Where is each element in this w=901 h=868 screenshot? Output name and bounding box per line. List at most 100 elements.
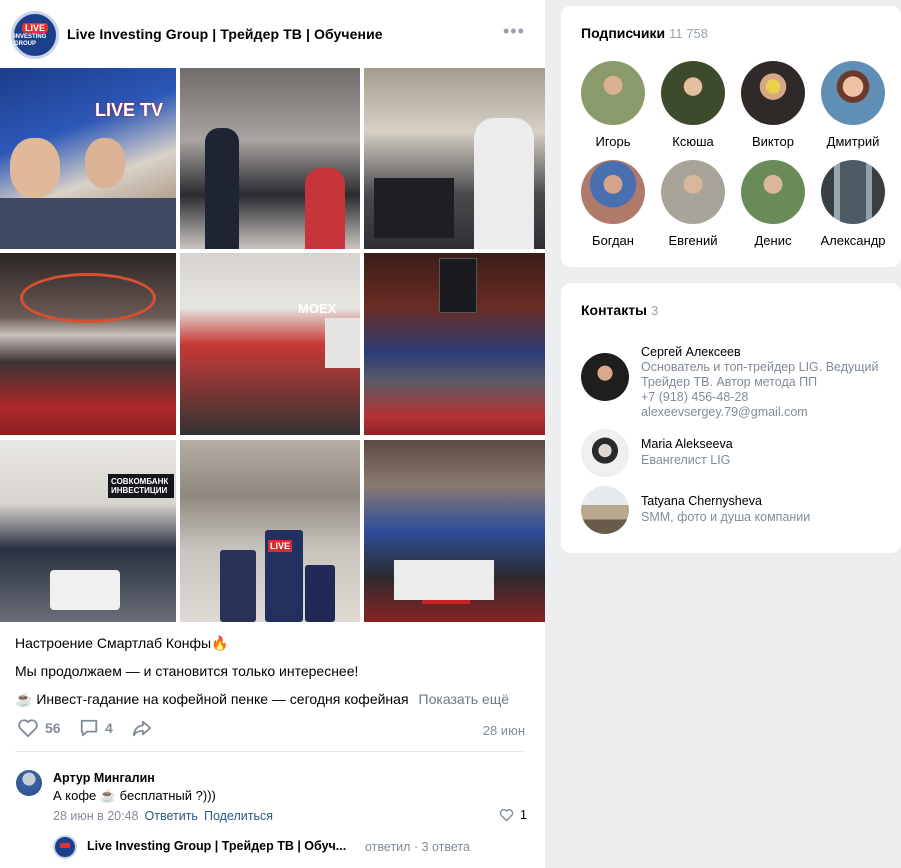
photo-caption: СОВКОМБАНК ИНВЕСТИЦИИ bbox=[108, 474, 174, 498]
photo-cup bbox=[305, 565, 335, 622]
reply-meta: ответил · 3 ответа bbox=[365, 840, 470, 854]
photo-caption: LIVE TV bbox=[95, 100, 164, 120]
comment-date[interactable]: 28 июн в 20:48 bbox=[53, 809, 139, 823]
comment-author-avatar[interactable] bbox=[16, 770, 42, 796]
reply-link[interactable]: Ответить bbox=[145, 809, 198, 823]
share-button[interactable] bbox=[131, 718, 153, 738]
comment-author-name[interactable]: Артур Мингалин bbox=[53, 771, 155, 785]
comment-like-button[interactable]: 1 bbox=[499, 808, 527, 822]
subscriber-avatar bbox=[661, 160, 725, 224]
contact-name: Сергей Алексеев bbox=[641, 345, 741, 359]
photo-screen bbox=[325, 318, 360, 368]
subscriber-item[interactable]: Александр bbox=[813, 160, 893, 248]
post-text-line: ☕ Инвест-гадание на кофейной пенке — сег… bbox=[15, 691, 509, 708]
contact-item[interactable]: Сергей Алексеев Основатель и топ-трейдер… bbox=[581, 345, 891, 425]
text-fade bbox=[408, 693, 419, 708]
post-date[interactable]: 28 июн bbox=[483, 723, 525, 738]
contact-item[interactable]: Tatyana Chernysheva SMM, фото и душа ком… bbox=[581, 486, 891, 534]
reply-thread[interactable]: Live Investing Group | Трейдер ТВ | Обуч… bbox=[53, 835, 533, 859]
subscriber-item[interactable]: Богдан bbox=[573, 160, 653, 248]
comment-text: А кофе ☕ бесплатный ?))) bbox=[53, 788, 216, 803]
post-text-line: Настроение Смартлаб Конфы🔥 bbox=[15, 635, 229, 652]
photo-booth-crowd[interactable] bbox=[180, 68, 360, 249]
subscriber-item[interactable]: Дмитрий bbox=[813, 61, 893, 149]
photo-selfie-live-tv[interactable]: LIVE TV bbox=[0, 68, 176, 249]
comment-meta: 28 июн в 20:48 Ответить Поделиться bbox=[53, 809, 273, 823]
like-button[interactable]: 56 bbox=[17, 718, 61, 738]
photo-screen bbox=[439, 258, 477, 313]
reply-author-name[interactable]: Live Investing Group | Трейдер ТВ | Обуч… bbox=[87, 839, 346, 853]
replies-count-link[interactable]: · 3 ответа bbox=[414, 840, 470, 854]
more-options-icon[interactable]: ••• bbox=[503, 22, 524, 41]
contact-item[interactable]: Maria Alekseeva Евангелист LIG bbox=[581, 429, 891, 477]
photo-coffee-barista[interactable] bbox=[364, 68, 545, 249]
photo-entrance-red-carpet[interactable] bbox=[0, 253, 176, 435]
group-avatar[interactable]: LIVE INVESTING GROUP bbox=[11, 11, 59, 59]
subscriber-item[interactable]: Ксюша bbox=[653, 61, 733, 149]
photo-sovcombank-stand[interactable]: СОВКОМБАНК ИНВЕСТИЦИИ bbox=[0, 440, 176, 622]
photo-moex-stand[interactable]: MOEX bbox=[180, 253, 360, 435]
post-text-content: Настроение Смартлаб Конфы bbox=[15, 635, 212, 651]
contact-name: Maria Alekseeva bbox=[641, 437, 733, 451]
subscriber-name: Дмитрий bbox=[826, 134, 880, 149]
subscriber-avatar bbox=[741, 160, 805, 224]
subscriber-item[interactable]: Денис bbox=[733, 160, 813, 248]
subscriber-name: Ксюша bbox=[672, 134, 714, 149]
subscriber-avatar bbox=[661, 61, 725, 125]
share-link[interactable]: Поделиться bbox=[204, 809, 273, 823]
subscriber-avatar bbox=[741, 61, 805, 125]
contact-avatar bbox=[581, 429, 629, 477]
photo-coffee-machine bbox=[374, 178, 454, 238]
post-actions: 56 4 28 июн bbox=[0, 712, 545, 746]
photo-person bbox=[10, 138, 60, 198]
subscriber-item[interactable]: Виктор bbox=[733, 61, 813, 149]
contact-phone: +7 (918) 456-48-28 bbox=[641, 390, 749, 404]
subscriber-name: Виктор bbox=[751, 134, 795, 149]
photo-exhibition-hall[interactable] bbox=[364, 253, 545, 435]
subscriber-name: Денис bbox=[754, 233, 792, 248]
photo-person bbox=[305, 168, 345, 249]
contact-email: alexeevsergey.79@gmail.com bbox=[641, 405, 808, 419]
subscribers-title-text: Подписчики bbox=[581, 25, 666, 41]
share-icon bbox=[132, 720, 152, 737]
group-name-link[interactable]: Live Investing Group | Трейдер ТВ | Обуч… bbox=[67, 26, 383, 42]
photo-person bbox=[85, 138, 125, 188]
subscriber-item[interactable]: Евгений bbox=[653, 160, 733, 248]
comment-icon bbox=[80, 719, 98, 737]
subscribers-title[interactable]: Подписчики 11 758 bbox=[581, 25, 708, 41]
subscriber-avatar bbox=[821, 160, 885, 224]
photo-coffee-cups[interactable]: LIVE bbox=[180, 440, 360, 622]
subscriber-name: Евгений bbox=[668, 233, 718, 248]
photo-table bbox=[50, 570, 120, 610]
contact-description: SMM, фото и душа компании bbox=[641, 510, 811, 524]
reply-author-avatar[interactable] bbox=[53, 835, 77, 859]
contact-description: Основатель и топ-трейдер LIG. Ведущий Тр… bbox=[641, 360, 879, 389]
subscriber-avatar bbox=[581, 61, 645, 125]
subscriber-name: Богдан bbox=[592, 233, 634, 248]
fire-emoji: 🔥 bbox=[211, 635, 229, 651]
comment-item: Артур Мингалин А кофе ☕ бесплатный ?))) … bbox=[0, 760, 545, 868]
photo-counter bbox=[394, 560, 494, 600]
subscribers-card: Подписчики 11 758 Игорь Ксюша Виктор Дмит… bbox=[561, 6, 901, 267]
photo-live-tv-booth[interactable]: LIVE TV bbox=[364, 440, 545, 622]
show-more-link[interactable]: Показать ещё bbox=[419, 691, 510, 707]
subscriber-item[interactable]: Игорь bbox=[573, 61, 653, 149]
contact-name: Tatyana Chernysheva bbox=[641, 494, 762, 508]
photo-person bbox=[0, 198, 176, 249]
contacts-title-text: Контакты bbox=[581, 302, 648, 318]
avatar-logo-text: LIVE bbox=[21, 22, 48, 33]
photo-person bbox=[205, 128, 239, 249]
contact-description: Евангелист LIG bbox=[641, 453, 731, 467]
avatar-logo-subtext: INVESTING GROUP bbox=[14, 33, 47, 47]
like-count: 56 bbox=[45, 720, 61, 736]
contacts-card: Контакты 3 Сергей Алексеев Основатель и т… bbox=[561, 283, 901, 553]
wall-post: LIVE INVESTING GROUP Live Investing Grou… bbox=[0, 0, 545, 868]
subscriber-avatar bbox=[581, 160, 645, 224]
comment-like-count: 1 bbox=[520, 808, 527, 822]
photo-cup bbox=[220, 550, 256, 622]
comment-button[interactable]: 4 bbox=[79, 718, 113, 738]
contacts-title[interactable]: Контакты 3 bbox=[581, 302, 658, 318]
photo-grid: LIVE TV MOEX СОВКОМБАНК ИНВЕСТИЦИИ LIVE bbox=[0, 68, 545, 622]
heart-icon bbox=[499, 809, 514, 822]
subscriber-name: Игорь bbox=[595, 134, 631, 149]
